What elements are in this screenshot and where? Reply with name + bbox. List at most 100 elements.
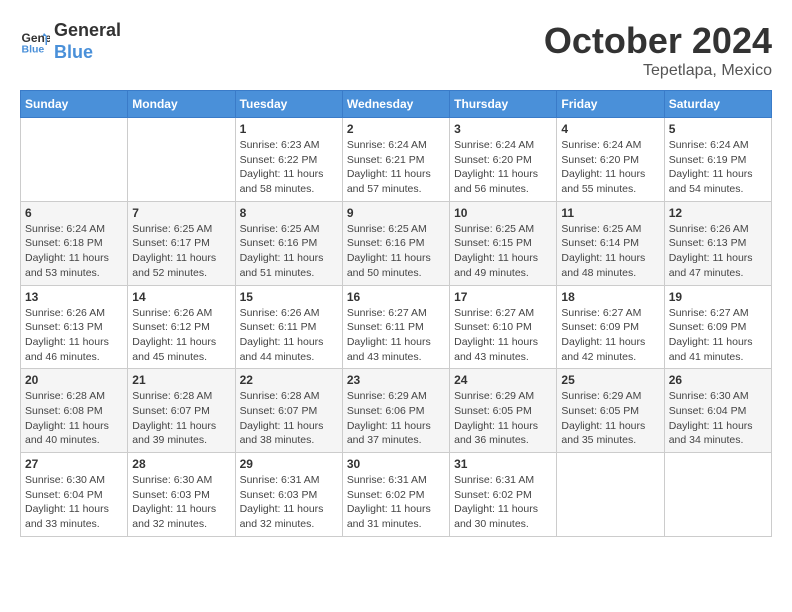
calendar-cell: 24 Sunrise: 6:29 AM Sunset: 6:05 PM Dayli… [450, 369, 557, 453]
calendar-cell [128, 118, 235, 202]
calendar-week-1: 1 Sunrise: 6:23 AM Sunset: 6:22 PM Daylig… [21, 118, 772, 202]
calendar-cell: 12 Sunrise: 6:26 AM Sunset: 6:13 PM Dayli… [664, 201, 771, 285]
calendar-cell: 10Sunrise: 6:25 AM Sunset: 6:15 PM Dayli… [450, 201, 557, 285]
calendar-cell: 17Sunrise: 6:27 AM Sunset: 6:10 PM Dayli… [450, 285, 557, 369]
day-info: Sunrise: 6:23 AM Sunset: 6:22 PM Dayligh… [240, 138, 338, 197]
logo-general: General [54, 20, 121, 42]
day-number: 13 [25, 290, 123, 304]
day-number: 16 [347, 290, 445, 304]
day-number: 18 [561, 290, 659, 304]
weekday-header-wednesday: Wednesday [342, 91, 449, 118]
day-number: 14 [132, 290, 230, 304]
day-number: 6 [25, 206, 123, 220]
day-number: 4 [561, 122, 659, 136]
day-info: Sunrise: 6:24 AM Sunset: 6:21 PM Dayligh… [347, 138, 445, 197]
calendar-cell: 25 Sunrise: 6:29 AM Sunset: 6:05 PM Dayli… [557, 369, 664, 453]
calendar-cell: 31 Sunrise: 6:31 AM Sunset: 6:02 PM Dayli… [450, 453, 557, 537]
calendar-cell: 20 Sunrise: 6:28 AM Sunset: 6:08 PM Dayli… [21, 369, 128, 453]
svg-text:Blue: Blue [22, 43, 45, 55]
day-info: Sunrise: 6:24 AM Sunset: 6:18 PM Dayligh… [25, 222, 123, 281]
calendar-table: SundayMondayTuesdayWednesdayThursdayFrid… [20, 90, 772, 537]
calendar-header: SundayMondayTuesdayWednesdayThursdayFrid… [21, 91, 772, 118]
day-info: Sunrise: 6:29 AM Sunset: 6:06 PM Dayligh… [347, 389, 445, 448]
calendar-cell: 28 Sunrise: 6:30 AM Sunset: 6:03 PM Dayli… [128, 453, 235, 537]
calendar-week-4: 20 Sunrise: 6:28 AM Sunset: 6:08 PM Dayli… [21, 369, 772, 453]
day-number: 27 [25, 457, 123, 471]
calendar-cell: 23 Sunrise: 6:29 AM Sunset: 6:06 PM Dayli… [342, 369, 449, 453]
calendar-cell: 3Sunrise: 6:24 AM Sunset: 6:20 PM Daylig… [450, 118, 557, 202]
calendar-cell: 14Sunrise: 6:26 AM Sunset: 6:12 PM Dayli… [128, 285, 235, 369]
calendar-cell: 8Sunrise: 6:25 AM Sunset: 6:16 PM Daylig… [235, 201, 342, 285]
calendar-week-2: 6 Sunrise: 6:24 AM Sunset: 6:18 PM Daylig… [21, 201, 772, 285]
title-block: October 2024 Tepetlapa, Mexico [544, 20, 772, 80]
calendar-cell: 5Sunrise: 6:24 AM Sunset: 6:19 PM Daylig… [664, 118, 771, 202]
calendar-cell: 16 Sunrise: 6:27 AM Sunset: 6:11 PM Dayli… [342, 285, 449, 369]
logo-icon: General Blue [20, 27, 50, 57]
calendar-cell: 30Sunrise: 6:31 AM Sunset: 6:02 PM Dayli… [342, 453, 449, 537]
day-info: Sunrise: 6:26 AM Sunset: 6:11 PM Dayligh… [240, 306, 338, 365]
day-info: Sunrise: 6:29 AM Sunset: 6:05 PM Dayligh… [454, 389, 552, 448]
day-info: Sunrise: 6:27 AM Sunset: 6:09 PM Dayligh… [669, 306, 767, 365]
weekday-header-sunday: Sunday [21, 91, 128, 118]
weekday-header-saturday: Saturday [664, 91, 771, 118]
day-number: 22 [240, 373, 338, 387]
calendar-cell: 4 Sunrise: 6:24 AM Sunset: 6:20 PM Daylig… [557, 118, 664, 202]
calendar-cell: 9Sunrise: 6:25 AM Sunset: 6:16 PM Daylig… [342, 201, 449, 285]
day-info: Sunrise: 6:31 AM Sunset: 6:02 PM Dayligh… [454, 473, 552, 532]
day-number: 12 [669, 206, 767, 220]
calendar-cell [664, 453, 771, 537]
calendar-cell [557, 453, 664, 537]
day-number: 31 [454, 457, 552, 471]
day-number: 9 [347, 206, 445, 220]
day-number: 1 [240, 122, 338, 136]
day-number: 19 [669, 290, 767, 304]
day-info: Sunrise: 6:27 AM Sunset: 6:10 PM Dayligh… [454, 306, 552, 365]
day-number: 21 [132, 373, 230, 387]
calendar-cell: 13Sunrise: 6:26 AM Sunset: 6:13 PM Dayli… [21, 285, 128, 369]
day-info: Sunrise: 6:28 AM Sunset: 6:07 PM Dayligh… [132, 389, 230, 448]
weekday-header-row: SundayMondayTuesdayWednesdayThursdayFrid… [21, 91, 772, 118]
calendar-body: 1 Sunrise: 6:23 AM Sunset: 6:22 PM Daylig… [21, 118, 772, 537]
day-number: 7 [132, 206, 230, 220]
day-number: 24 [454, 373, 552, 387]
day-info: Sunrise: 6:24 AM Sunset: 6:20 PM Dayligh… [454, 138, 552, 197]
day-info: Sunrise: 6:29 AM Sunset: 6:05 PM Dayligh… [561, 389, 659, 448]
calendar-cell: 11Sunrise: 6:25 AM Sunset: 6:14 PM Dayli… [557, 201, 664, 285]
day-number: 11 [561, 206, 659, 220]
logo-blue: Blue [54, 42, 121, 64]
day-number: 29 [240, 457, 338, 471]
day-info: Sunrise: 6:30 AM Sunset: 6:03 PM Dayligh… [132, 473, 230, 532]
day-number: 23 [347, 373, 445, 387]
day-info: Sunrise: 6:25 AM Sunset: 6:17 PM Dayligh… [132, 222, 230, 281]
day-info: Sunrise: 6:30 AM Sunset: 6:04 PM Dayligh… [25, 473, 123, 532]
month-title: October 2024 [544, 20, 772, 62]
calendar-cell: 18Sunrise: 6:27 AM Sunset: 6:09 PM Dayli… [557, 285, 664, 369]
calendar-cell: 15 Sunrise: 6:26 AM Sunset: 6:11 PM Dayli… [235, 285, 342, 369]
weekday-header-friday: Friday [557, 91, 664, 118]
day-info: Sunrise: 6:28 AM Sunset: 6:07 PM Dayligh… [240, 389, 338, 448]
day-info: Sunrise: 6:25 AM Sunset: 6:16 PM Dayligh… [240, 222, 338, 281]
calendar-cell: 29 Sunrise: 6:31 AM Sunset: 6:03 PM Dayli… [235, 453, 342, 537]
day-info: Sunrise: 6:26 AM Sunset: 6:13 PM Dayligh… [669, 222, 767, 281]
day-info: Sunrise: 6:24 AM Sunset: 6:20 PM Dayligh… [561, 138, 659, 197]
day-number: 26 [669, 373, 767, 387]
day-number: 15 [240, 290, 338, 304]
day-info: Sunrise: 6:28 AM Sunset: 6:08 PM Dayligh… [25, 389, 123, 448]
day-number: 30 [347, 457, 445, 471]
day-number: 25 [561, 373, 659, 387]
calendar-cell: 19 Sunrise: 6:27 AM Sunset: 6:09 PM Dayli… [664, 285, 771, 369]
day-info: Sunrise: 6:27 AM Sunset: 6:11 PM Dayligh… [347, 306, 445, 365]
calendar-cell: 7 Sunrise: 6:25 AM Sunset: 6:17 PM Daylig… [128, 201, 235, 285]
day-info: Sunrise: 6:24 AM Sunset: 6:19 PM Dayligh… [669, 138, 767, 197]
calendar-cell: 27 Sunrise: 6:30 AM Sunset: 6:04 PM Dayli… [21, 453, 128, 537]
weekday-header-monday: Monday [128, 91, 235, 118]
weekday-header-thursday: Thursday [450, 91, 557, 118]
day-info: Sunrise: 6:31 AM Sunset: 6:03 PM Dayligh… [240, 473, 338, 532]
calendar-cell: 6 Sunrise: 6:24 AM Sunset: 6:18 PM Daylig… [21, 201, 128, 285]
calendar-cell: 2 Sunrise: 6:24 AM Sunset: 6:21 PM Daylig… [342, 118, 449, 202]
day-number: 28 [132, 457, 230, 471]
day-number: 2 [347, 122, 445, 136]
weekday-header-tuesday: Tuesday [235, 91, 342, 118]
day-number: 20 [25, 373, 123, 387]
calendar-cell: 22 Sunrise: 6:28 AM Sunset: 6:07 PM Dayli… [235, 369, 342, 453]
